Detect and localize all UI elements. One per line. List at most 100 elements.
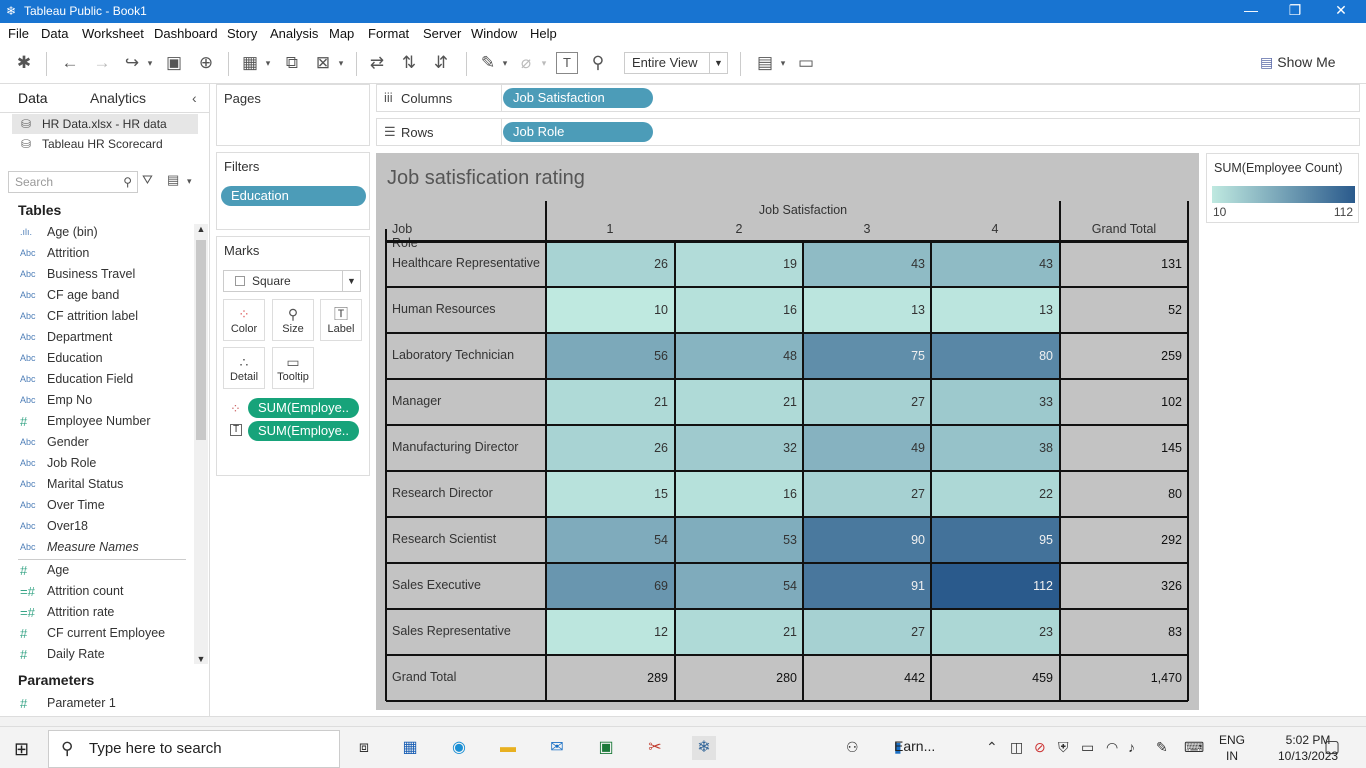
tab-analytics[interactable]: Analytics: [90, 90, 146, 106]
meet-icon[interactable]: ◫: [1010, 739, 1023, 756]
sort-ascending-icon[interactable]: ⇅: [399, 52, 419, 74]
menu-analysis[interactable]: Analysis: [270, 26, 318, 41]
measure-field[interactable]: # Daily Rate: [20, 644, 190, 665]
antivirus-icon[interactable]: ⊘: [1034, 739, 1046, 756]
measure-field[interactable]: # Age: [20, 560, 190, 581]
new-worksheet-dropdown-icon[interactable]: ▾: [262, 52, 274, 74]
heatmap-cell[interactable]: 49: [803, 425, 931, 471]
heatmap-cell[interactable]: 26: [546, 241, 674, 287]
menu-story[interactable]: Story: [227, 26, 257, 41]
menu-dashboard[interactable]: Dashboard: [154, 26, 218, 41]
rows-shelf[interactable]: ☰ Rows Job Role: [376, 118, 1360, 146]
view-list-icon[interactable]: ▤: [167, 172, 179, 188]
menu-help[interactable]: Help: [530, 26, 557, 41]
heatmap-cell[interactable]: 12: [546, 609, 674, 655]
heatmap-cell[interactable]: 38: [931, 425, 1059, 471]
save-icon[interactable]: ▣: [164, 52, 184, 74]
detail-button[interactable]: ∴ Detail: [223, 347, 265, 389]
volume-icon[interactable]: ♪: [1128, 739, 1135, 755]
dimension-field[interactable]: Abc Department: [20, 327, 190, 348]
heatmap-cell[interactable]: 43: [931, 241, 1059, 287]
group-dropdown-icon[interactable]: ▾: [538, 52, 550, 74]
tab-data[interactable]: Data: [18, 90, 48, 106]
color-measure-pill[interactable]: SUM(Employe..: [248, 398, 359, 418]
label-measure-pill[interactable]: SUM(Employe..: [248, 421, 359, 441]
datasource-item[interactable]: ⛁ HR Data.xlsx - HR data: [12, 114, 198, 134]
presentation-mode-icon[interactable]: ▭: [795, 52, 817, 74]
heatmap-cell[interactable]: 16: [675, 471, 803, 517]
store-icon[interactable]: ▦: [398, 736, 422, 760]
heatmap-cell[interactable]: 32: [675, 425, 803, 471]
menu-window[interactable]: Window: [471, 26, 517, 41]
sort-descending-icon[interactable]: ⇵: [431, 52, 451, 74]
viz-canvas[interactable]: Job satisfication rating Job Role Job Sat…: [376, 153, 1199, 710]
heatmap-cell[interactable]: 16: [675, 287, 803, 333]
highlight-dropdown-icon[interactable]: ▾: [499, 52, 511, 74]
dimension-field[interactable]: # Employee Number: [20, 411, 190, 432]
dimension-field[interactable]: Abc Education: [20, 348, 190, 369]
windows-start-icon[interactable]: ⊞: [14, 739, 29, 760]
excel-icon[interactable]: ▣: [594, 736, 618, 760]
group-icon[interactable]: ⌀: [516, 52, 536, 74]
heatmap-cell[interactable]: 21: [546, 379, 674, 425]
heatmap-cell[interactable]: 75: [803, 333, 931, 379]
heatmap-cell[interactable]: 15: [546, 471, 674, 517]
heatmap-cell[interactable]: 69: [546, 563, 674, 609]
view-dropdown-icon[interactable]: ▾: [187, 176, 192, 187]
keyboard-icon[interactable]: ⌨: [1184, 739, 1204, 756]
search-input[interactable]: Search ⚲: [8, 171, 138, 193]
edge-icon[interactable]: ◉: [447, 736, 471, 760]
filter-pill[interactable]: Education: [221, 186, 366, 206]
columns-pill[interactable]: Job Satisfaction: [503, 88, 653, 108]
heatmap-cell[interactable]: 53: [675, 517, 803, 563]
menu-file[interactable]: File: [8, 26, 29, 41]
replay-icon[interactable]: ↪: [122, 52, 142, 74]
rows-pill[interactable]: Job Role: [503, 122, 653, 142]
duplicate-icon[interactable]: ⧉: [282, 52, 302, 74]
datasource-item[interactable]: ⛁ Tableau HR Scorecard: [12, 134, 198, 154]
dimension-field[interactable]: Abc Over18: [20, 516, 190, 537]
tableau-taskbar-icon[interactable]: ❄: [692, 736, 716, 760]
heatmap-cell[interactable]: 43: [803, 241, 931, 287]
show-labels-icon[interactable]: T: [556, 52, 578, 74]
tooltip-button[interactable]: ▭ Tooltip: [272, 347, 314, 389]
heatmap-cell[interactable]: 13: [803, 287, 931, 333]
fit-dropdown[interactable]: Entire View ▼: [624, 52, 728, 74]
swap-icon[interactable]: ⇄: [367, 52, 387, 74]
people-icon[interactable]: ⚇: [846, 739, 859, 756]
heatmap-cell[interactable]: 26: [546, 425, 674, 471]
heatmap-cell[interactable]: 27: [803, 609, 931, 655]
menu-map[interactable]: Map: [329, 26, 354, 41]
wifi-icon[interactable]: ◠: [1106, 739, 1118, 756]
snipping-icon[interactable]: ✂: [643, 736, 667, 760]
heatmap-cell[interactable]: 27: [803, 379, 931, 425]
restore-button[interactable]: ❐: [1272, 2, 1318, 19]
scroll-up-icon[interactable]: ▲: [194, 224, 208, 234]
menu-worksheet[interactable]: Worksheet: [82, 26, 144, 41]
heatmap-cell[interactable]: 10: [546, 287, 674, 333]
dimension-field[interactable]: Abc Job Role: [20, 453, 190, 474]
field-scrollbar[interactable]: ▲ ▼: [194, 224, 208, 664]
clear-sheet-icon[interactable]: ⊠: [313, 52, 333, 74]
undo-icon[interactable]: ←: [60, 52, 80, 74]
measure-field[interactable]: # CF current Employee: [20, 623, 190, 644]
language-indicator[interactable]: ENG IN: [1219, 732, 1245, 764]
cards-dropdown-icon[interactable]: ▾: [777, 52, 789, 74]
taskbar-search-input[interactable]: ⚲ Type here to search: [48, 730, 340, 768]
menu-format[interactable]: Format: [368, 26, 409, 41]
heatmap-cell[interactable]: 23: [931, 609, 1059, 655]
taskbar-news-label[interactable]: Earn...: [894, 738, 935, 754]
dimension-field[interactable]: Abc CF age band: [20, 285, 190, 306]
color-legend[interactable]: SUM(Employee Count) 10 112: [1206, 153, 1359, 223]
measure-field[interactable]: =# Attrition count: [20, 581, 190, 602]
scroll-thumb[interactable]: [196, 240, 206, 440]
color-button[interactable]: ⁘ Color: [223, 299, 265, 341]
heatmap-cell[interactable]: 48: [675, 333, 803, 379]
replay-dropdown-icon[interactable]: ▾: [144, 52, 156, 74]
new-worksheet-icon[interactable]: ▦: [240, 52, 260, 74]
heatmap-cell[interactable]: 21: [675, 379, 803, 425]
tableau-icon[interactable]: ✱: [14, 52, 34, 74]
dimension-field[interactable]: Abc Attrition: [20, 243, 190, 264]
heatmap-cell[interactable]: 90: [803, 517, 931, 563]
task-view-icon[interactable]: ⧈: [352, 736, 376, 760]
